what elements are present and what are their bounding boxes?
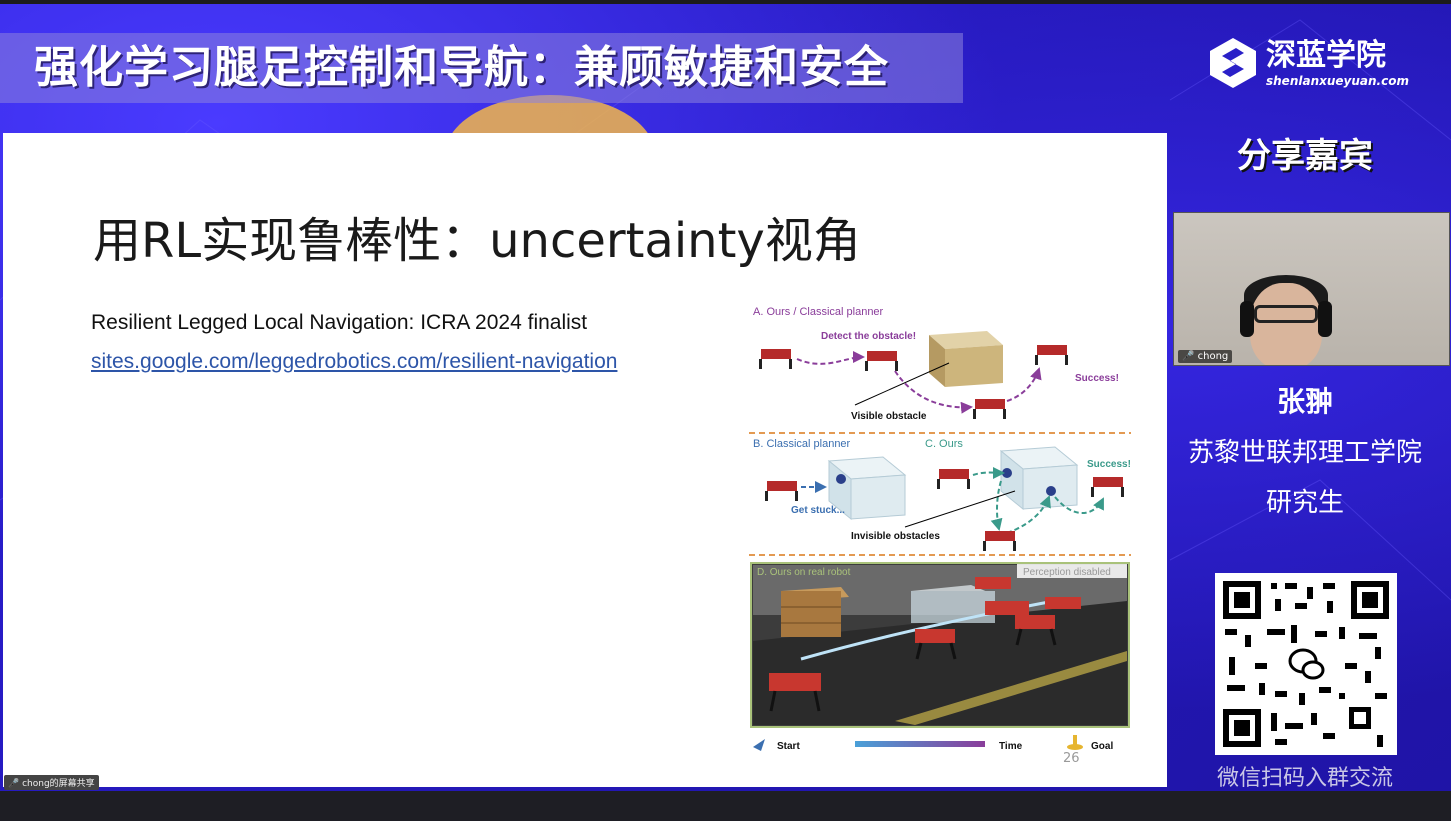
brand-name: 深蓝学院: [1266, 38, 1386, 73]
speaker-face: [1250, 283, 1322, 365]
slide-link[interactable]: sites.google.com/leggedrobotics.com/resi…: [91, 350, 617, 374]
brand-logo: 深蓝学院 shenlanxueyuan.com: [1206, 36, 1416, 96]
slide-reference: Resilient Legged Local Navigation: ICRA …: [91, 311, 588, 334]
legend-time: Time: [999, 741, 1023, 752]
microphone-icon: 🎤: [1182, 351, 1195, 362]
slide-page-number: 26: [1063, 751, 1080, 766]
speaker-video[interactable]: 🎤 chong: [1173, 212, 1450, 366]
success-a-label: Success!: [1075, 373, 1119, 384]
legend-start: Start: [777, 741, 800, 752]
robot-a4: [1035, 345, 1068, 365]
screen-share-label: 🎤 chong的屏幕共享: [4, 775, 99, 790]
screen-share-text: chong的屏幕共享: [22, 779, 95, 789]
banner-title: 强化学习腿足控制和导航：兼顾敏捷和安全: [34, 42, 889, 93]
perception-disabled-label: Perception disabled: [1023, 567, 1111, 578]
video-name-label: 🎤 chong: [1178, 350, 1233, 363]
success-c-label: Success!: [1087, 459, 1131, 470]
robot-b1: [765, 481, 798, 501]
collision-icon-c1: [1002, 468, 1012, 478]
start-icon: [753, 739, 765, 751]
robot-c2: [983, 531, 1016, 551]
wooden-crate: [781, 587, 849, 637]
real-robot-photo: [750, 562, 1130, 728]
navigation-figure: A. Ours / Classical planner Detect the o…: [749, 306, 1131, 752]
robot-c3: [1091, 477, 1124, 497]
headphone-left: [1240, 301, 1254, 337]
guest-organization: 苏黎世联邦理工学院: [1187, 438, 1422, 468]
goal-icon: [1067, 735, 1083, 750]
microphone-icon: 🎤: [8, 779, 20, 789]
robot-a3: [973, 399, 1006, 419]
invisible-obstacle-c: [999, 446, 1079, 511]
panel-d-label: D. Ours on real robot: [757, 567, 851, 578]
presentation-slide: 用RL实现鲁棒性：uncertainty视角 Resilient Legged …: [3, 133, 1167, 787]
qr-caption: 微信扫码入群交流: [1216, 766, 1393, 791]
glass-obstacle: [911, 585, 995, 623]
guest-heading: 分享嘉宾: [1237, 136, 1373, 176]
video-name-text: chong: [1197, 351, 1229, 362]
panel-c-label: C. Ours: [925, 438, 963, 450]
panel-b-label: B. Classical planner: [753, 438, 851, 450]
collision-icon-b: [836, 474, 846, 484]
robot-a1: [759, 349, 792, 369]
visible-obstacle-box: [929, 331, 1003, 387]
visible-obstacle-label: Visible obstacle: [851, 411, 927, 422]
window-bottom-bar: [0, 791, 1451, 821]
robot-c1: [937, 469, 970, 489]
invisible-obstacles-label: Invisible obstacles: [851, 531, 940, 542]
get-stuck-label: Get stuck...: [791, 505, 845, 516]
collision-icon-c2: [1046, 486, 1056, 496]
panel-a-label: A. Ours / Classical planner: [753, 306, 884, 318]
guest-role: 研究生: [1265, 488, 1344, 518]
guest-name: 张翀: [1276, 385, 1333, 418]
brand-url: shenlanxueyuan.com: [1266, 74, 1409, 88]
slide-title: 用RL实现鲁棒性：uncertainty视角: [93, 213, 861, 269]
legend-goal: Goal: [1091, 741, 1113, 752]
qr-code: [1215, 573, 1397, 755]
robot-a2: [865, 351, 898, 371]
detect-label: Detect the obstacle!: [821, 331, 916, 342]
window-top-edge: [0, 0, 1451, 4]
speaker-glasses: [1254, 305, 1318, 323]
brand-logo-icon: [1210, 38, 1256, 88]
time-gradient-bar: [855, 741, 985, 747]
headphone-right: [1318, 301, 1332, 337]
